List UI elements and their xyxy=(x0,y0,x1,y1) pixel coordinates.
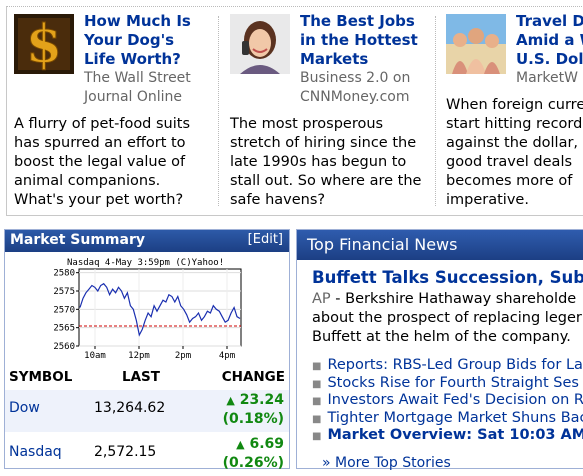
change-value: ▲ 6.69 (0.26%) xyxy=(222,436,284,471)
column-divider xyxy=(435,16,436,206)
bullet-icon: ■ xyxy=(312,396,322,407)
last-value: 2,572.15 xyxy=(94,444,157,460)
news-link[interactable]: ■ Investors Await Fed's Decision on R xyxy=(312,392,583,410)
market-summary-title: Market Summary xyxy=(10,232,145,248)
bullet-icon: ■ xyxy=(312,378,322,390)
edit-link[interactable]: [Edit] xyxy=(248,232,283,247)
story-blurb: A flurry of pet-food suits has spurred a… xyxy=(14,116,191,208)
col-symbol: SYMBOL xyxy=(9,369,73,385)
story-headline[interactable]: How Much Is Your Dog's Life Worth? xyxy=(84,12,191,69)
x-tick-label: 4pm xyxy=(219,351,235,361)
story-source: Business 2.0 on CNNMoney.com xyxy=(300,70,411,105)
story-card: Travel D Amid a W U.S. Doll MarketW When… xyxy=(438,6,583,216)
story-card: The Best Jobs in the Hottest Markets Bus… xyxy=(222,6,434,216)
news-link[interactable]: ■ Stocks Rise for Fourth Straight Ses xyxy=(312,375,583,393)
col-last: LAST xyxy=(122,369,160,385)
lead-source: AP xyxy=(312,291,331,307)
nasdaq-chart[interactable]: Nasdaq 4-May 3:59pm (C)Yahoo! 2560 2565 25… xyxy=(5,254,289,364)
bullet-icon: ■ xyxy=(312,361,322,372)
y-tick-label: 2575 xyxy=(53,287,75,297)
x-tick-label: 10am xyxy=(84,351,106,361)
svg-text:$: $ xyxy=(26,14,62,74)
x-tick-label: 12pm xyxy=(128,351,150,361)
double-arrow-icon: » xyxy=(322,455,331,471)
more-stories-link[interactable]: » More Top Stories xyxy=(322,455,451,471)
news-link[interactable]: ■ Reports: RBS-Led Group Bids for La xyxy=(312,357,583,375)
table-row: Dow 13,264.62 ▲ 23.24 (0.18%) xyxy=(5,390,289,432)
market-table-header: SYMBOL LAST CHANGE xyxy=(5,367,289,387)
lead-headline[interactable]: Buffett Talks Succession, Subpr xyxy=(312,268,583,287)
last-value: 13,264.62 xyxy=(94,400,166,416)
story-headline[interactable]: Travel D Amid a W U.S. Doll xyxy=(516,12,583,69)
story-card: $ How Much Is Your Dog's Life Worth? The… xyxy=(6,6,218,216)
up-arrow-icon: ▲ xyxy=(226,394,235,407)
up-arrow-icon: ▲ xyxy=(236,438,245,451)
dollar-sign-icon[interactable]: $ xyxy=(14,14,74,76)
bullet-icon: ■ xyxy=(312,431,322,442)
col-change: CHANGE xyxy=(221,369,285,385)
table-row: Nasdaq 2,572.15 ▲ 6.69 (0.26%) xyxy=(5,434,289,476)
bullet-icon: ■ xyxy=(312,413,322,425)
x-tick-label: 2pm xyxy=(175,351,191,361)
news-link[interactable]: ■ Tighter Mortgage Market Shuns Bac xyxy=(312,410,583,428)
chart-caption: Nasdaq 4-May 3:59pm (C)Yahoo! xyxy=(67,258,224,268)
news-header: Top Financial News xyxy=(297,230,583,260)
market-summary-header: Market Summary [Edit] xyxy=(5,230,289,252)
market-summary-panel: Market Summary [Edit] Nasdaq 4-May 3:59p… xyxy=(4,229,290,471)
change-value: ▲ 23.24 (0.18%) xyxy=(222,392,284,427)
story-source: The Wall Street Journal Online xyxy=(84,70,191,105)
financial-news-panel: Top Financial News Buffett Talks Success… xyxy=(296,229,583,471)
woman-on-phone-icon[interactable] xyxy=(230,14,290,74)
beach-family-icon[interactable] xyxy=(446,14,506,74)
news-title: Top Financial News xyxy=(307,235,458,254)
story-headline[interactable]: The Best Jobs in the Hottest Markets xyxy=(300,12,418,69)
news-links: ■ Reports: RBS-Led Group Bids for La ■ Sto… xyxy=(312,357,583,445)
y-tick-label: 2560 xyxy=(53,342,75,352)
lead-summary: AP - Berkshire Hathaway shareholde about… xyxy=(312,291,582,345)
story-blurb: The most prosperous stretch of hiring si… xyxy=(230,116,422,208)
column-divider xyxy=(218,16,219,206)
symbol-link[interactable]: Dow xyxy=(9,400,40,416)
symbol-link[interactable]: Nasdaq xyxy=(9,444,62,460)
y-tick-label: 2570 xyxy=(53,305,75,315)
y-tick-label: 2565 xyxy=(53,324,75,334)
y-tick-label: 2580 xyxy=(53,269,75,279)
story-source: MarketW xyxy=(516,70,578,86)
story-blurb: When foreign curre start hitting record … xyxy=(446,97,583,208)
market-overview-link[interactable]: ■ Market Overview: Sat 10:03 AM xyxy=(312,427,583,445)
